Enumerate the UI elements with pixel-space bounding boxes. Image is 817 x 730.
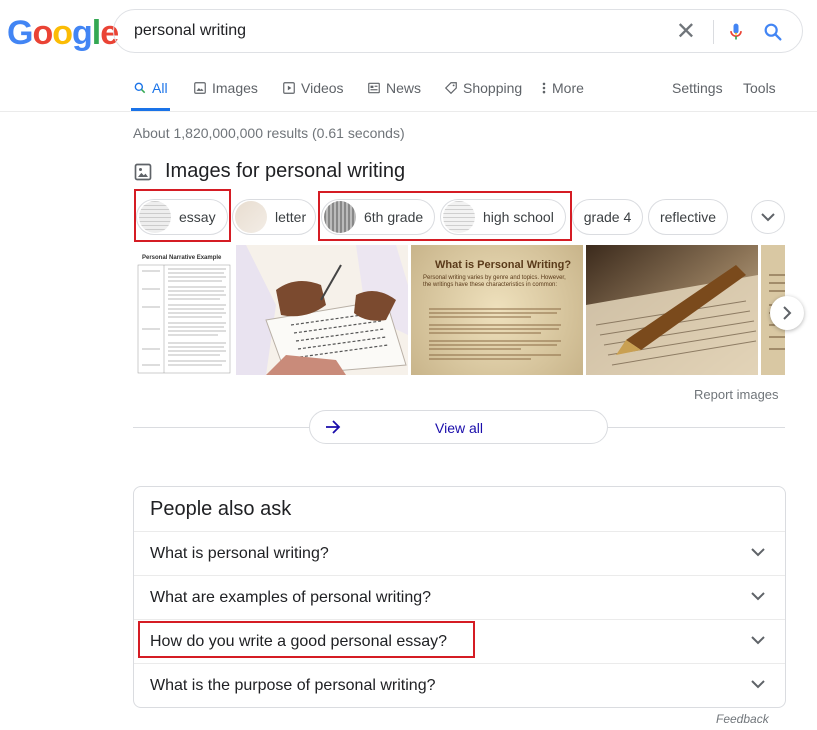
google-logo[interactable]: Google — [7, 14, 119, 53]
fountain-pen-photo — [586, 245, 758, 375]
search-box[interactable]: personal writing ✕ — [113, 9, 803, 53]
table-graphic — [137, 264, 231, 374]
tab-images[interactable]: Images — [193, 80, 258, 96]
search-tabs: All Images Videos News Shopping More Set… — [0, 74, 817, 112]
logo-letter: g — [72, 14, 93, 52]
chip-thumbnail — [235, 201, 267, 233]
report-images-link[interactable]: Report images — [694, 387, 779, 402]
view-all-button[interactable]: View all — [309, 410, 608, 444]
image-title: Personal Narrative Example — [142, 255, 222, 261]
tab-videos[interactable]: Videos — [282, 80, 344, 96]
search-icon — [134, 82, 146, 94]
tab-news[interactable]: News — [367, 80, 421, 96]
image-strip: Personal Narrative Example What is Perso… — [134, 245, 785, 375]
tab-label: Videos — [301, 80, 344, 96]
chevron-down-icon — [751, 636, 765, 645]
chip-letter[interactable]: letter — [232, 199, 316, 235]
image-icon — [194, 82, 206, 94]
paa-question-text: What is personal writing? — [150, 545, 329, 562]
tag-icon — [444, 82, 457, 95]
chip-label: grade 4 — [583, 209, 632, 225]
tab-label: Settings — [672, 80, 723, 96]
play-icon — [283, 82, 295, 94]
highlight-box — [134, 189, 231, 242]
images-section-title: Images for personal writing — [165, 160, 406, 182]
highlight-box — [318, 191, 572, 241]
tab-label: More — [552, 80, 584, 96]
tab-label: Tools — [743, 80, 776, 96]
paa-question[interactable]: What is personal writing? — [134, 531, 785, 576]
tab-label: Images — [212, 80, 258, 96]
more-vert-icon — [542, 82, 546, 94]
search-divider — [713, 20, 714, 44]
arrow-right-icon — [326, 420, 341, 434]
images-section-header[interactable]: Images for personal writing — [133, 160, 405, 183]
active-tab-indicator — [131, 108, 170, 111]
tab-label: News — [386, 80, 422, 96]
chevron-down-icon — [751, 592, 765, 601]
paa-title: People also ask — [150, 498, 292, 520]
paa-question[interactable]: What is the purpose of personal writing? — [134, 663, 785, 708]
image-icon — [134, 163, 152, 180]
tab-tools[interactable]: Tools — [743, 80, 776, 96]
chevron-down-icon — [761, 213, 775, 222]
chevron-down-icon — [751, 680, 765, 689]
view-all-label: View all — [435, 420, 483, 436]
chevron-right-icon — [783, 306, 792, 320]
mic-icon[interactable] — [726, 21, 746, 43]
highlight-box — [138, 621, 475, 658]
next-images-button[interactable] — [770, 296, 804, 330]
text-lines — [429, 308, 561, 360]
tab-shopping[interactable]: Shopping — [444, 80, 522, 96]
image-result[interactable] — [586, 245, 758, 375]
paa-question-text: What are examples of personal writing? — [150, 589, 432, 606]
paa-question[interactable]: What are examples of personal writing? — [134, 575, 785, 620]
close-icon[interactable]: ✕ — [676, 20, 696, 44]
people-also-ask: People also ask What is personal writing… — [133, 486, 786, 708]
tab-label: All — [152, 80, 168, 96]
paa-question-text: What is the purpose of personal writing? — [150, 677, 436, 694]
image-result[interactable] — [236, 245, 408, 375]
chevron-down-icon — [751, 548, 765, 557]
news-icon — [368, 82, 380, 94]
chip-label: reflective — [659, 209, 717, 225]
chip-label: letter — [275, 209, 307, 225]
tab-all[interactable]: All — [131, 80, 170, 111]
tab-settings[interactable]: Settings — [672, 80, 723, 96]
chip-grade-4[interactable]: grade 4 — [572, 199, 643, 235]
writing-hands-illustration — [236, 245, 408, 375]
logo-letter: G — [7, 14, 33, 52]
logo-letter: o — [32, 14, 53, 52]
search-icon[interactable] — [762, 21, 784, 43]
feedback-link[interactable]: Feedback — [716, 712, 769, 726]
chip-reflective[interactable]: reflective — [648, 199, 728, 235]
result-stats: About 1,820,000,000 results (0.61 second… — [133, 125, 405, 141]
image-result[interactable]: What is Personal Writing? Personal writi… — [411, 245, 583, 375]
image-result[interactable]: Personal Narrative Example — [134, 245, 233, 375]
logo-letter: o — [52, 14, 73, 52]
expand-chips-button[interactable] — [751, 200, 785, 234]
tab-label: Shopping — [463, 80, 523, 96]
search-input[interactable]: personal writing — [134, 22, 246, 40]
logo-letter: l — [91, 14, 102, 52]
tab-more[interactable]: More — [541, 80, 584, 96]
